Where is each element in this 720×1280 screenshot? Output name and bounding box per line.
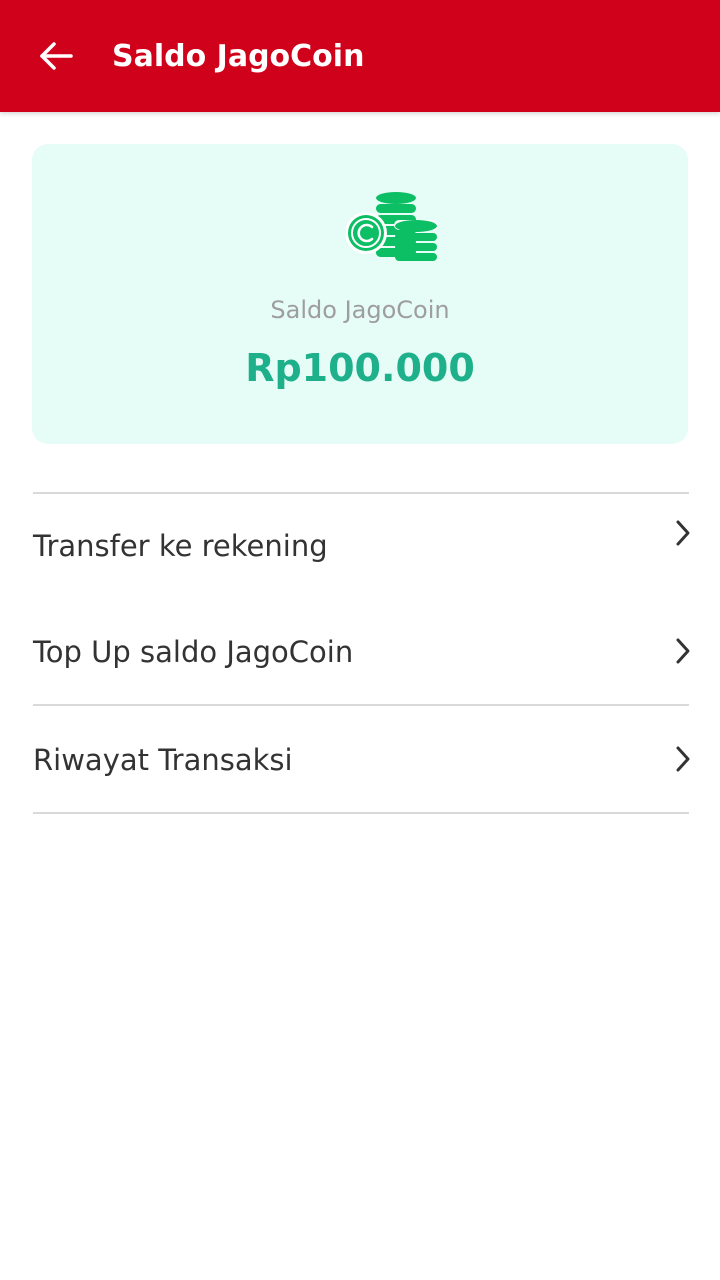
menu-item-label: Transfer ke rekening [33, 529, 328, 563]
menu-item-label: Riwayat Transaksi [33, 743, 293, 777]
chevron-right-icon [676, 520, 690, 546]
app-bar: Saldo JagoCoin [0, 0, 720, 112]
arrow-left-icon [40, 42, 73, 70]
divider [33, 704, 689, 706]
balance-amount: Rp100.000 [245, 346, 475, 390]
chevron-right-icon [676, 638, 690, 664]
menu-item-top-up[interactable]: Top Up saldo JagoCoin [33, 634, 693, 724]
chevron-right-icon [676, 746, 690, 772]
back-button[interactable] [34, 34, 78, 78]
balance-card: Saldo JagoCoin Rp100.000 [32, 144, 688, 444]
coins-stack-icon [346, 192, 438, 261]
menu-item-label: Top Up saldo JagoCoin [33, 635, 354, 669]
menu-item-transaction-history[interactable]: Riwayat Transaksi [33, 742, 693, 832]
balance-label: Saldo JagoCoin [270, 296, 450, 324]
page-title: Saldo JagoCoin [112, 39, 365, 74]
menu-item-transfer[interactable]: Transfer ke rekening [33, 520, 693, 618]
divider [33, 812, 689, 814]
divider [33, 492, 689, 494]
